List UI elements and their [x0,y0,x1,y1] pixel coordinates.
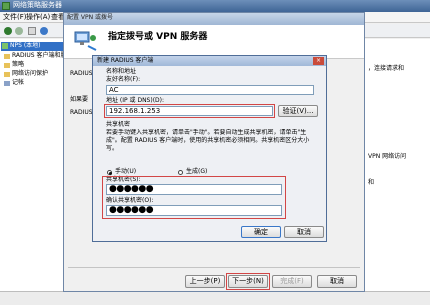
tree-item-nps[interactable]: NPS (本地) [1,42,63,51]
wizard-body-snippet: RADIUS [70,109,93,116]
network-connection-icon [74,29,98,53]
main-titlebar: 网络策略服务器 [0,0,430,12]
tree-item-accounting[interactable]: 记帐 [4,79,64,88]
manual-radio-label[interactable]: 手动(U) [115,168,136,176]
tree-item-label: 网络访问保护 [12,70,49,77]
folder-icon [4,72,10,77]
main-window-title: 网络策略服务器 [13,1,62,9]
wizard-separator [68,267,360,268]
server-icon [2,43,8,49]
forward-arrow-icon[interactable] [15,27,23,35]
finish-button[interactable]: 完成(F) [272,275,312,288]
wizard-body-snippet: RADIUS [70,70,93,77]
dialog-title: 新建 RADIUS 客户端 [97,57,154,64]
generate-radio-label[interactable]: 生成(G) [186,168,207,176]
shared-secret-description: 若要手动键入共享机密，请单击"手动"。若要自动生成共享机密，请单击"生成"。配置… [106,129,310,152]
help-icon[interactable] [40,27,48,35]
folder-icon [4,63,10,68]
friendly-name-input[interactable]: AC [106,85,314,95]
shared-secret-group-label: 共享机密 [106,121,131,128]
console-icon[interactable] [28,27,36,35]
tree-item-label: 策略 [12,61,25,68]
status-bar [0,291,430,305]
accounting-icon [4,81,10,86]
wizard-body-snippet: 如果要 [70,96,89,103]
tree-item-label: NPS (本地) [10,42,41,49]
tree-item-label: 记帐 [12,79,25,86]
manual-radio-icon[interactable] [107,170,112,175]
details-snippet: 和 [368,179,375,186]
menu-file[interactable]: 文件(F) [3,13,27,22]
next-button-highlight [226,273,270,290]
back-button[interactable]: 上一步(P) [185,275,225,288]
wizard-header: 指定拨号或 VPN 服务器 [64,25,364,59]
menu-action[interactable]: 操作(A) [26,13,50,22]
shared-secret-highlight [102,176,286,219]
wizard-cancel-button[interactable]: 取消 [317,275,357,288]
friendly-name-label: 友好名称(F): [106,76,141,83]
details-snippet: VPN 网络访问 [368,153,407,160]
wizard-heading: 指定拨号或 VPN 服务器 [108,32,208,42]
back-arrow-icon[interactable] [4,27,12,35]
verify-button[interactable]: 验证(V)... [278,105,318,117]
tree-item-policies[interactable]: 策略 [4,61,64,70]
nps-app-icon [2,2,10,10]
generate-radio-icon[interactable] [178,170,183,175]
tree-item-nap[interactable]: 网络访问保护 [4,70,64,79]
wizard-titlebar: 配置 VPN 或拨号 [64,13,364,25]
details-snippet: ，连接请求和 [368,65,405,72]
tree-pane: NPS (本地) RADIUS 客户端和服务器 策略 网络访问保护 记帐 [0,39,79,291]
folder-icon [4,54,10,59]
close-icon[interactable]: × [313,57,324,65]
tree-item-radius[interactable]: RADIUS 客户端和服务器 [4,52,79,61]
name-address-group-label: 名称和地址 [106,68,137,75]
dialog-cancel-button[interactable]: 取消 [284,226,324,238]
radius-client-dialog: 新建 RADIUS 客户端 × 名称和地址 友好名称(F): AC 地址 (IP… [92,55,327,242]
address-input-highlight [104,104,275,118]
dialog-titlebar: 新建 RADIUS 客户端 × [93,56,326,66]
ok-button[interactable]: 确定 [241,226,281,238]
wizard-title: 配置 VPN 或拨号 [67,14,114,21]
